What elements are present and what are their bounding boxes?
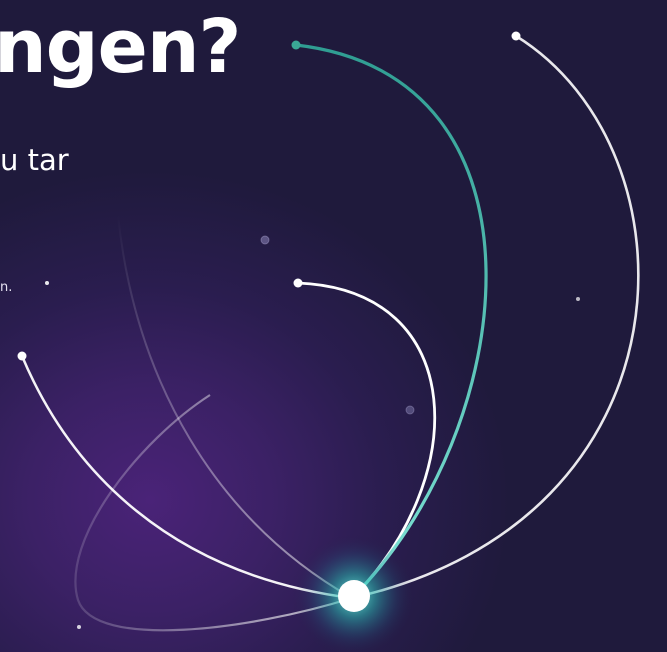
- star-dot: [45, 281, 49, 285]
- teal-arc-dot: [291, 40, 301, 50]
- orbit-illustration: [17, 31, 640, 652]
- small-text: n.: [0, 280, 13, 295]
- star-dot: [576, 297, 580, 301]
- headline: ngen?: [0, 4, 241, 90]
- right-arc-dot: [511, 31, 521, 41]
- middle-arc-dot: [293, 278, 303, 288]
- subline: u tar: [0, 143, 69, 177]
- glowing-orb-icon: [338, 580, 370, 612]
- bubble-dot: [405, 405, 415, 415]
- hero-panel: ngen? u tar n.: [0, 0, 667, 652]
- teal-arc: [295, 43, 488, 600]
- left-arc-dot: [17, 351, 27, 361]
- bubble-dot: [260, 235, 270, 245]
- star-dot: [77, 625, 81, 629]
- faint-arc: [117, 214, 353, 599]
